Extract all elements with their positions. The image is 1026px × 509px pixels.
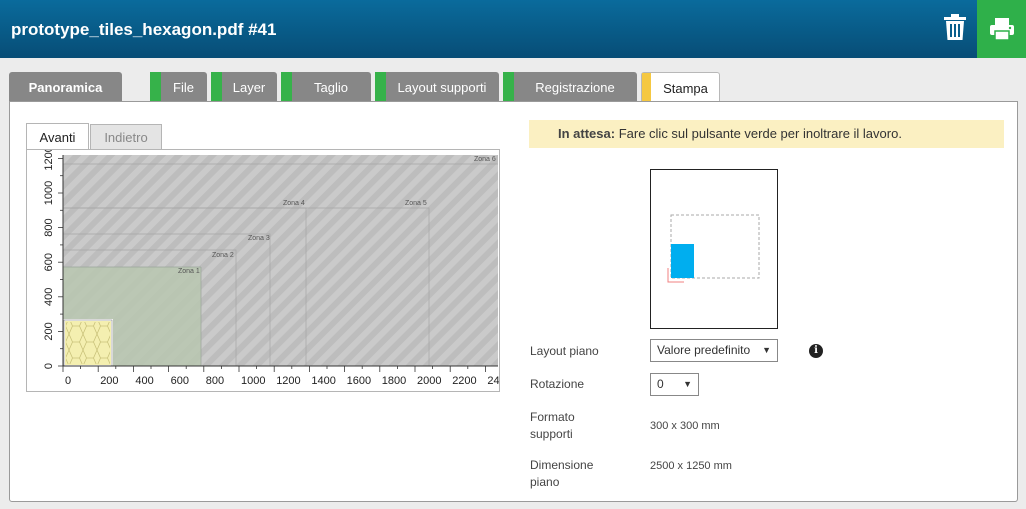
status-stripe (375, 72, 386, 102)
layout-preview: Zona 1 Zona 2 Zona 3 Zona 4 Zona 5 Zona … (26, 146, 506, 392)
label-line: supporti (530, 427, 573, 441)
chevron-down-icon: ▼ (683, 379, 692, 389)
layout-select[interactable]: Valore predefinito ▼ (650, 339, 778, 362)
rotation-label: Rotazione (530, 377, 585, 391)
y-tick-label: 400 (43, 288, 55, 306)
label-line: piano (530, 475, 560, 489)
x-tick-label: 2200 (452, 375, 476, 387)
tab-layout-supporti[interactable]: Layout supporti (375, 72, 499, 102)
status-notice: In attesa: Fare clic sul pulsante verde … (529, 120, 1004, 148)
tab-label: Layout supporti (397, 79, 487, 95)
tab-label: Panoramica (28, 79, 103, 95)
rotation-select[interactable]: 0 ▼ (650, 373, 699, 396)
layout-select-value: Valore predefinito (657, 343, 751, 357)
subtab-label: Avanti (39, 129, 76, 145)
tab-registrazione[interactable]: Registrazione (503, 72, 637, 102)
tab-layer[interactable]: Layer (211, 72, 277, 102)
chevron-down-icon: ▼ (762, 345, 771, 355)
zone-label: Zona 4 (283, 200, 305, 207)
x-tick-label: 400 (135, 375, 153, 387)
y-tick-label: 800 (43, 218, 55, 236)
tab-file[interactable]: File (150, 72, 207, 102)
x-tick-label: 200 (100, 375, 118, 387)
notice-status: In attesa: (558, 126, 616, 141)
status-stripe (642, 73, 651, 103)
info-icon[interactable]: i (809, 344, 823, 358)
tab-label: File (173, 79, 194, 95)
x-tick-label: 1600 (347, 375, 371, 387)
print-job-block (671, 244, 694, 278)
trash-icon[interactable] (942, 13, 968, 41)
zone-label: Zona 5 (405, 200, 427, 207)
x-tick-label: 0 (65, 375, 71, 387)
tab-stampa[interactable]: Stampa (641, 72, 720, 103)
printer-icon (989, 18, 1014, 41)
x-tick-label: 1400 (311, 375, 335, 387)
page-title: prototype_tiles_hexagon.pdf #41 (11, 20, 277, 39)
subtab-indietro[interactable]: Indietro (90, 124, 162, 150)
subtab-label: Indietro (104, 130, 148, 145)
zone-label: Zona 1 (178, 268, 200, 275)
bed-size-value: 2500 x 1250 mm (650, 460, 732, 472)
zone-label: Zona 3 (248, 235, 270, 242)
y-tick-label: 200 (43, 322, 55, 340)
x-tick-label: 600 (171, 375, 189, 387)
sheet-thumbnail (650, 169, 778, 329)
layout-label: Layout piano (530, 344, 599, 358)
subtab-avanti[interactable]: Avanti (26, 123, 89, 150)
media-format-label: Formato supporti (530, 409, 575, 443)
tab-taglio[interactable]: Taglio (281, 72, 371, 102)
status-stripe (211, 72, 222, 102)
zone-label: Zona 2 (212, 252, 234, 259)
tab-label: Stampa (663, 80, 708, 96)
x-tick-label: 1200 (276, 375, 300, 387)
media-format-value: 300 x 300 mm (650, 420, 720, 432)
y-tick-label: 1000 (43, 181, 55, 205)
y-tick-label: 1200 (43, 150, 55, 171)
y-tick-label: 600 (43, 253, 55, 271)
rotation-select-value: 0 (657, 377, 664, 391)
y-tick-label: 0 (43, 363, 55, 369)
x-tick-label: 240 (487, 375, 499, 387)
notice-text: Fare clic sul pulsante verde per inoltra… (618, 126, 902, 141)
app-header: prototype_tiles_hexagon.pdf #41 (0, 0, 1026, 58)
status-stripe (281, 72, 292, 102)
status-stripe (503, 72, 514, 102)
x-tick-label: 1800 (382, 375, 406, 387)
x-axis: 0 200 400 600 800 1000 1200 1400 1600 1800 2000 220… (62, 365, 506, 387)
print-button[interactable] (977, 0, 1026, 58)
status-stripe (150, 72, 161, 102)
zone-label: Zona 6 (474, 156, 496, 163)
tab-panoramica[interactable]: Panoramica (9, 72, 122, 102)
x-tick-label: 800 (206, 375, 224, 387)
tab-label: Taglio (314, 79, 348, 95)
label-line: Formato (530, 410, 575, 424)
print-panel: Avanti Indietro Zona 1 Zona 2 Zona 3 Zon… (9, 101, 1018, 502)
tab-label: Layer (232, 79, 266, 95)
x-tick-label: 2000 (417, 375, 441, 387)
y-axis: 0 200 400 600 800 1000 1200 (43, 146, 64, 369)
bed-size-label: Dimensione piano (530, 457, 593, 491)
tab-label: Registrazione (535, 79, 615, 95)
label-line: Dimensione (530, 458, 594, 472)
x-tick-label: 1000 (241, 375, 265, 387)
